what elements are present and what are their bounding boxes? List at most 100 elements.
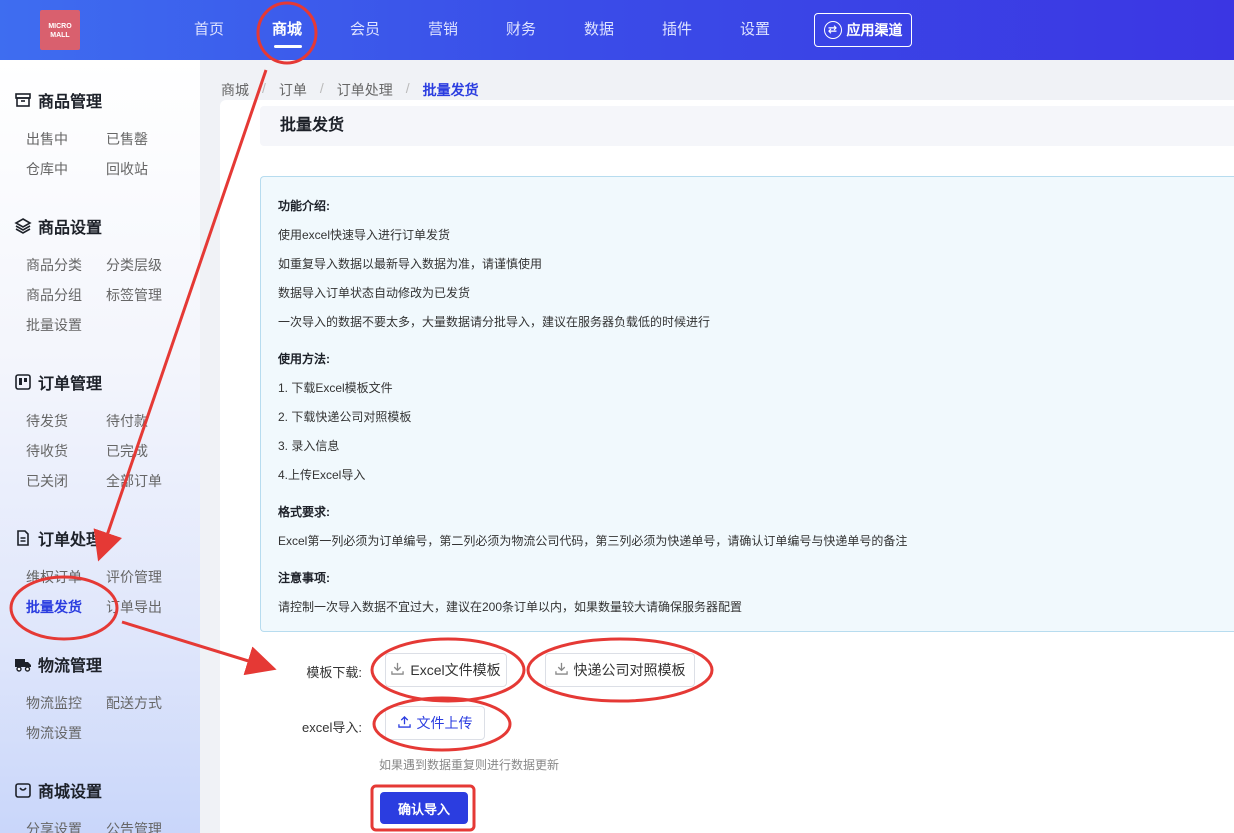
- template-download-label: 模板下载:: [306, 665, 362, 680]
- usage-line: 3. 录入信息: [278, 439, 340, 453]
- sidebar-item-recycle-bin[interactable]: 回收站: [106, 154, 186, 184]
- sidebar-item-order-export[interactable]: 订单导出: [106, 592, 186, 622]
- sidebar-item-to-ship[interactable]: 待发货: [26, 406, 106, 436]
- main-nav: 首页 商城 会员 营销 财务 数据 插件 设置: [170, 0, 794, 60]
- breadcrumb-separator: /: [405, 80, 410, 96]
- logo-text: MALL: [50, 32, 70, 39]
- box-icon: [14, 91, 32, 109]
- sidebar-item-on-sale[interactable]: 出售中: [26, 124, 106, 154]
- sidebar-section-mall-settings: 商城设置: [14, 778, 102, 802]
- sidebar-item-delivery-method[interactable]: 配送方式: [106, 688, 186, 718]
- excel-import-label: excel导入:: [302, 720, 362, 735]
- file-upload-button[interactable]: 文件上传: [385, 706, 485, 740]
- logo-text: MICRO: [48, 23, 72, 30]
- sidebar-item-announcements[interactable]: 公告管理: [106, 814, 186, 833]
- notice-title: 注意事项:: [278, 571, 330, 585]
- nav-data[interactable]: 数据: [560, 0, 638, 60]
- sidebar-item-tag-management[interactable]: 标签管理: [106, 280, 186, 310]
- sidebar-section-product-management: 商品管理: [14, 88, 102, 112]
- nav-home[interactable]: 首页: [170, 0, 248, 60]
- info-box: 功能介绍: 使用excel快速导入进行订单发货 如重复导入数据以最新导入数据为准…: [260, 176, 1234, 632]
- truck-icon: [14, 655, 32, 673]
- sidebar-section-title: 商城设置: [38, 784, 103, 801]
- sidebar-section-title: 订单管理: [38, 376, 103, 393]
- sidebar-item-category-level[interactable]: 分类层级: [106, 250, 186, 280]
- nav-finance[interactable]: 财务: [482, 0, 560, 60]
- app-channel-label: 应用渠道: [846, 22, 903, 38]
- main-card: 批量发货 功能介绍: 使用excel快速导入进行订单发货 如重复导入数据以最新导…: [220, 100, 1234, 833]
- order-icon: [14, 373, 32, 391]
- breadcrumb-item[interactable]: 订单处理: [337, 80, 393, 100]
- download-icon: [554, 662, 568, 678]
- intro-line: 数据导入订单状态自动修改为已发货: [278, 286, 471, 300]
- sidebar-item-all-orders[interactable]: 全部订单: [106, 466, 186, 496]
- sidebar-items: 维权订单 评价管理 批量发货 订单导出: [26, 562, 196, 622]
- sidebar: 商品管理 出售中 已售罄 仓库中 回收站 商品设置 商品分类 分类层级 商品分组…: [0, 60, 200, 833]
- nav-marketing[interactable]: 营销: [404, 0, 482, 60]
- sidebar-section-title: 商品管理: [38, 94, 103, 111]
- sidebar-item-product-group[interactable]: 商品分组: [26, 280, 106, 310]
- express-template-label: 快递公司对照模板: [573, 662, 686, 678]
- sidebar-item-sold-out[interactable]: 已售罄: [106, 124, 186, 154]
- sidebar-item-logistics-settings[interactable]: 物流设置: [26, 718, 106, 748]
- sidebar-section-product-settings: 商品设置: [14, 214, 102, 238]
- intro-line: 一次导入的数据不要太多，大量数据请分批导入，建议在服务器负载低的时候进行: [278, 315, 711, 329]
- sidebar-item-batch-ship[interactable]: 批量发货: [26, 592, 106, 622]
- sidebar-item-share-settings[interactable]: 分享设置: [26, 814, 106, 833]
- sidebar-items: 分享设置 公告管理: [26, 814, 196, 833]
- file-upload-label: 文件上传: [416, 715, 473, 731]
- nav-settings[interactable]: 设置: [716, 0, 794, 60]
- sidebar-section-title: 物流管理: [38, 658, 103, 675]
- sidebar-item-batch-settings[interactable]: 批量设置: [26, 310, 106, 340]
- top-navbar: MICRO MALL 首页 商城 会员 营销 财务 数据 插件 设置 ⇄ 应用渠…: [0, 0, 1234, 60]
- import-hint: 如果遇到数据重复则进行数据更新: [379, 758, 560, 772]
- format-title: 格式要求:: [278, 505, 330, 519]
- app-channel-button[interactable]: ⇄ 应用渠道: [814, 13, 912, 47]
- intro-line: 使用excel快速导入进行订单发货: [278, 228, 451, 242]
- sidebar-section-title: 商品设置: [38, 220, 103, 237]
- excel-template-label: Excel文件模板: [410, 662, 501, 678]
- sidebar-item-logistics-monitor[interactable]: 物流监控: [26, 688, 106, 718]
- sidebar-item-warehouse[interactable]: 仓库中: [26, 154, 106, 184]
- sidebar-section-order-management: 订单管理: [14, 370, 102, 394]
- document-icon: [14, 529, 32, 547]
- usage-line: 1. 下载Excel模板文件: [278, 381, 393, 395]
- sidebar-section-title: 订单处理: [38, 532, 103, 549]
- breadcrumb-item[interactable]: 订单: [279, 80, 307, 100]
- sidebar-item-to-receive[interactable]: 待收货: [26, 436, 106, 466]
- nav-plugins[interactable]: 插件: [638, 0, 716, 60]
- download-icon: [391, 662, 405, 678]
- express-template-button[interactable]: 快递公司对照模板: [545, 653, 695, 687]
- upload-icon: [397, 715, 411, 731]
- intro-title: 功能介绍:: [278, 199, 330, 213]
- sidebar-items: 出售中 已售罄 仓库中 回收站: [26, 124, 196, 184]
- format-line: Excel第一列必须为订单编号，第二列必须为物流公司代码，第三列必须为快递单号，…: [278, 534, 908, 548]
- intro-line: 如重复导入数据以最新导入数据为准，请谨慎使用: [278, 257, 543, 271]
- exchange-icon: ⇄: [823, 21, 842, 39]
- breadcrumb: 商城 / 订单 / 订单处理 / 批量发货: [221, 80, 479, 100]
- sidebar-item-completed[interactable]: 已完成: [106, 436, 186, 466]
- usage-line: 4.上传Excel导入: [278, 468, 366, 482]
- page-title: 批量发货: [260, 106, 1234, 146]
- sidebar-items: 物流监控 配送方式 物流设置: [26, 688, 196, 748]
- sidebar-items: 商品分类 分类层级 商品分组 标签管理 批量设置: [26, 250, 196, 340]
- sidebar-item-category[interactable]: 商品分类: [26, 250, 106, 280]
- sidebar-items: 待发货 待付款 待收货 已完成 已关闭 全部订单: [26, 406, 196, 496]
- breadcrumb-item[interactable]: 商城: [221, 80, 249, 100]
- sidebar-item-to-pay[interactable]: 待付款: [106, 406, 186, 436]
- notice-line: 请控制一次导入数据不宜过大，建议在200条订单以内，如果数量较大请确保服务器配置: [278, 600, 743, 614]
- excel-template-button[interactable]: Excel文件模板: [385, 653, 507, 687]
- sidebar-section-order-processing: 订单处理: [14, 526, 102, 550]
- logo[interactable]: MICRO MALL: [40, 10, 80, 50]
- breadcrumb-current: 批量发货: [422, 82, 479, 98]
- sidebar-item-rights-orders[interactable]: 维权订单: [26, 562, 106, 592]
- breadcrumb-separator: /: [319, 80, 324, 96]
- confirm-import-button[interactable]: 确认导入: [380, 792, 468, 824]
- sidebar-item-closed[interactable]: 已关闭: [26, 466, 106, 496]
- sidebar-item-reviews[interactable]: 评价管理: [106, 562, 186, 592]
- nav-mall[interactable]: 商城: [248, 0, 326, 60]
- layers-icon: [14, 217, 32, 235]
- usage-title: 使用方法:: [278, 352, 330, 366]
- sidebar-section-logistics: 物流管理: [14, 652, 102, 676]
- nav-member[interactable]: 会员: [326, 0, 404, 60]
